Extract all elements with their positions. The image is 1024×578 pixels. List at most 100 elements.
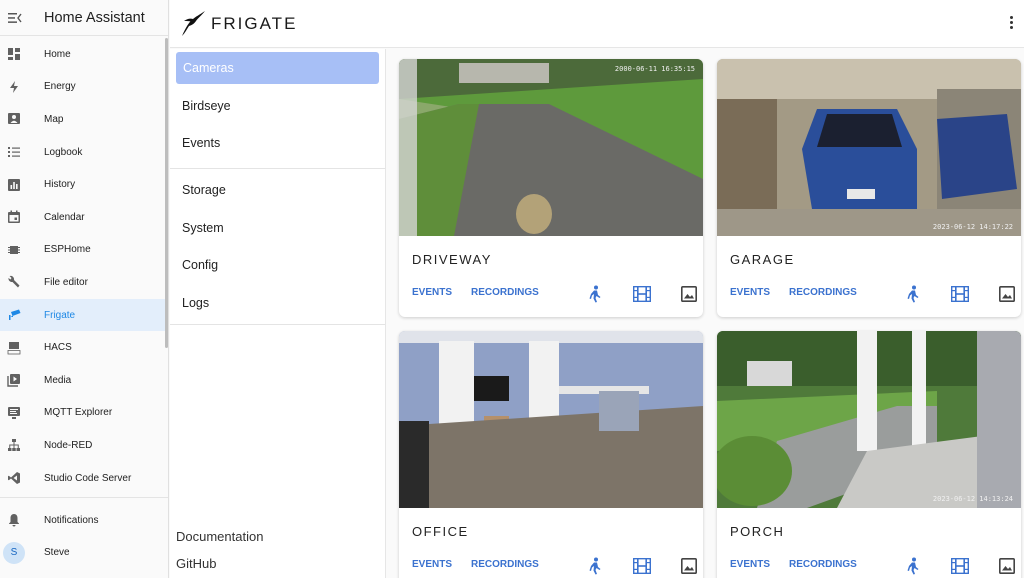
film-icon[interactable] [950, 556, 969, 575]
wrench-icon [7, 275, 21, 289]
sidebar-item-node-red[interactable]: Node-RED [0, 429, 165, 462]
nav-divider [170, 324, 385, 326]
sidebar-item-hacs[interactable]: HACS [0, 331, 165, 364]
nav-logs[interactable]: Logs [170, 284, 385, 321]
sidebar-item-profile[interactable]: S Steve [0, 537, 168, 570]
nav-system[interactable]: System [170, 209, 385, 246]
sidebar-item-label: MQTT Explorer [44, 407, 113, 419]
walking-person-icon[interactable] [585, 284, 604, 303]
sidebar-item-frigate[interactable]: Frigate [0, 298, 165, 332]
calendar-icon [7, 210, 21, 224]
dashboard-icon [7, 47, 21, 61]
frigate-brand: FRIGATE [211, 13, 298, 33]
sidebar-item-label: HACS [44, 342, 72, 354]
sidebar-item-home[interactable]: Home [0, 38, 165, 71]
camera-timestamp: 2000-06-11 16:35:15 [614, 65, 695, 73]
github-link[interactable]: GitHub [176, 550, 263, 577]
sitemap-icon [7, 438, 21, 452]
sidebar-item-label: Notifications [44, 514, 99, 526]
image-icon[interactable] [997, 284, 1016, 303]
camera-feed-garage[interactable]: 2023-06-12 14:17:22 [717, 59, 1021, 236]
sidebar-item-label: Frigate [44, 309, 76, 321]
film-icon[interactable] [950, 284, 969, 303]
frigate-logo-icon [182, 10, 205, 36]
ha-header: Home Assistant [0, 0, 168, 36]
sidebar-item-label: Calendar [44, 211, 85, 223]
chip-icon [7, 243, 21, 257]
sidebar-item-studio-code-server[interactable]: Studio Code Server [0, 462, 165, 495]
walking-person-icon[interactable] [903, 556, 922, 575]
bell-icon [7, 513, 21, 527]
ha-sidebar: Home Assistant Home Energy Map Logbook H… [0, 0, 169, 578]
sidebar-item-label: Media [44, 374, 72, 386]
sidebar-item-label: ESPHome [44, 244, 91, 256]
ha-nav: Home Energy Map Logbook History Calendar… [0, 38, 165, 494]
camera-name: GARAGE [730, 252, 795, 267]
recordings-link[interactable]: RECORDINGS [471, 287, 539, 298]
cctv-icon [7, 308, 21, 322]
hacs-icon [7, 341, 21, 355]
sidebar-item-esphome[interactable]: ESPHome [0, 234, 165, 267]
events-link[interactable]: EVENTS [730, 559, 770, 570]
film-icon[interactable] [632, 556, 651, 575]
lightning-icon [7, 80, 21, 94]
sidebar-scrollbar[interactable] [165, 38, 168, 348]
nav-cameras[interactable]: Cameras [176, 52, 379, 84]
sidebar-item-logbook[interactable]: Logbook [0, 136, 165, 169]
camera-name: PORCH [730, 524, 785, 539]
sidebar-item-energy[interactable]: Energy [0, 71, 165, 104]
film-icon[interactable] [632, 284, 651, 303]
sidebar-item-map[interactable]: Map [0, 103, 165, 136]
sidebar-item-calendar[interactable]: Calendar [0, 201, 165, 234]
monitor-icon [7, 406, 21, 420]
frigate-topbar: FRIGATE [170, 0, 1024, 48]
camera-card-office: OFFICE EVENTS RECORDINGS [399, 331, 703, 578]
camera-feed-porch[interactable]: 2023-06-12 14:13:24 [717, 331, 1021, 508]
sidebar-item-media[interactable]: Media [0, 364, 165, 397]
walking-person-icon[interactable] [903, 284, 922, 303]
sidebar-item-history[interactable]: History [0, 168, 165, 201]
frigate-nav: Cameras Birdseye Events Storage System C… [170, 49, 386, 578]
camera-card-porch: 2023-06-12 14:13:24 PORCH EVENTS RECORDI… [717, 331, 1021, 578]
recordings-link[interactable]: RECORDINGS [789, 287, 857, 298]
walking-person-icon[interactable] [585, 556, 604, 575]
events-link[interactable]: EVENTS [412, 287, 452, 298]
recordings-link[interactable]: RECORDINGS [471, 559, 539, 570]
sidebar-item-label: Node-RED [44, 439, 93, 451]
map-person-icon [7, 112, 21, 126]
documentation-link[interactable]: Documentation [176, 523, 263, 550]
sidebar-item-label: History [44, 179, 76, 191]
camera-timestamp: 2023-06-12 14:17:22 [932, 223, 1013, 231]
image-icon[interactable] [997, 556, 1016, 575]
sidebar-item-notifications[interactable]: Notifications [0, 504, 168, 537]
sidebar-item-mqtt-explorer[interactable]: MQTT Explorer [0, 397, 165, 430]
image-icon[interactable] [679, 556, 698, 575]
sidebar-item-label: Energy [44, 81, 76, 93]
recordings-link[interactable]: RECORDINGS [789, 559, 857, 570]
events-link[interactable]: EVENTS [730, 287, 770, 298]
app-title: Home Assistant [44, 9, 145, 26]
nav-events[interactable]: Events [170, 124, 385, 161]
sidebar-item-label: Map [44, 113, 64, 125]
nav-config[interactable]: Config [170, 247, 385, 284]
camera-feed-driveway[interactable]: 2000-06-11 16:35:15 [399, 59, 703, 236]
sidebar-item-label: File editor [44, 276, 88, 288]
camera-name: DRIVEWAY [412, 252, 492, 267]
ha-sidebar-bottom: Notifications S Steve [0, 497, 168, 569]
nav-storage[interactable]: Storage [170, 172, 385, 209]
sidebar-item-label: Logbook [44, 146, 83, 158]
sidebar-item-label: Home [44, 48, 71, 60]
user-name: Steve [44, 547, 70, 559]
nav-birdseye[interactable]: Birdseye [170, 87, 385, 124]
more-menu-icon[interactable] [1006, 12, 1016, 32]
sidebar-item-file-editor[interactable]: File editor [0, 266, 165, 299]
camera-name: OFFICE [412, 524, 469, 539]
camera-card-garage: 2023-06-12 14:17:22 GARAGE EVENTS RECORD… [717, 59, 1021, 317]
chart-box-icon [7, 178, 21, 192]
sidebar-item-label: Studio Code Server [44, 472, 132, 484]
play-box-icon [7, 373, 21, 387]
camera-feed-office[interactable] [399, 331, 703, 508]
menu-toggle-icon[interactable] [1, 0, 29, 36]
image-icon[interactable] [679, 284, 698, 303]
events-link[interactable]: EVENTS [412, 559, 452, 570]
